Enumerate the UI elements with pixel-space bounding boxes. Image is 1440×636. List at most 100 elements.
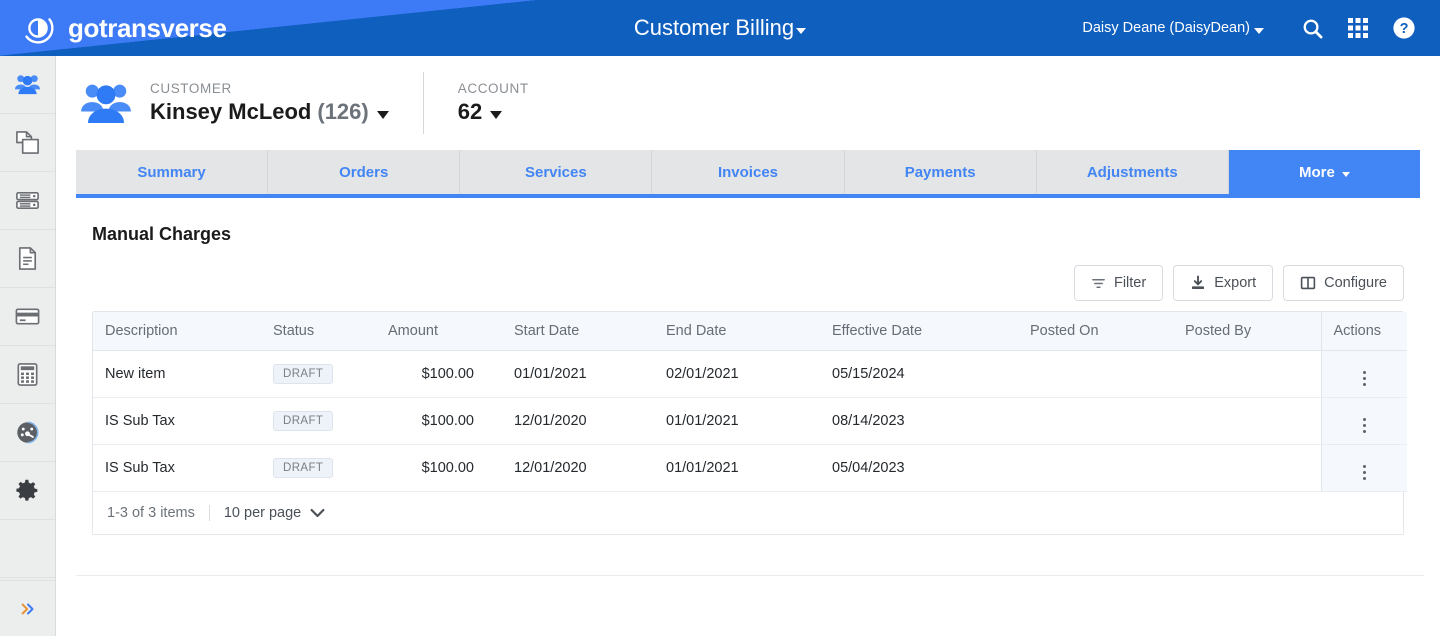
sidebar-item-billing[interactable] bbox=[0, 346, 55, 404]
main-content: CUSTOMER Kinsey McLeod (126) ACCOUNT 62 … bbox=[56, 56, 1440, 636]
sidebar-item-invoices[interactable] bbox=[0, 230, 55, 288]
configure-button[interactable]: Configure bbox=[1283, 265, 1404, 301]
table-row[interactable]: IS Sub Tax DRAFT $100.00 12/01/2020 01/0… bbox=[93, 397, 1407, 445]
table-row[interactable]: IS Sub Tax DRAFT $100.00 12/01/2020 01/0… bbox=[93, 444, 1407, 492]
tab-orders[interactable]: Orders bbox=[268, 150, 461, 194]
filter-button[interactable]: Filter bbox=[1073, 265, 1164, 301]
app-title-dropdown[interactable]: Customer Billing bbox=[634, 15, 807, 41]
customer-name: Kinsey McLeod bbox=[150, 99, 312, 124]
sidebar-item-reports[interactable] bbox=[0, 404, 55, 462]
sidebar-item-customers[interactable] bbox=[0, 56, 55, 114]
header-right-actions: Daisy Deane (DaisyDean) ? bbox=[1082, 0, 1424, 56]
sidebar-expand-button[interactable] bbox=[0, 580, 55, 636]
cell-amount: $100.00 bbox=[376, 444, 486, 492]
kebab-menu-icon[interactable] bbox=[1362, 417, 1366, 433]
columns-icon bbox=[1300, 276, 1316, 290]
page-body: Manual Charges Filter Export Configure D… bbox=[56, 224, 1440, 535]
search-button[interactable] bbox=[1292, 8, 1332, 48]
cell-start-date: 01/01/2021 bbox=[486, 350, 654, 398]
tab-summary[interactable]: Summary bbox=[76, 150, 269, 194]
cell-description: IS Sub Tax bbox=[93, 444, 261, 492]
export-label: Export bbox=[1214, 275, 1257, 291]
user-menu[interactable]: Daisy Deane (DaisyDean) bbox=[1082, 20, 1264, 36]
col-header-end-date[interactable]: End Date bbox=[654, 312, 820, 351]
table-toolbar: Filter Export Configure bbox=[76, 265, 1404, 301]
help-circle-icon: ? bbox=[1393, 17, 1415, 39]
top-header-bar: gotransverse Customer Billing Daisy Dean… bbox=[0, 0, 1440, 56]
per-page-label: 10 per page bbox=[223, 505, 302, 521]
cell-effective-date: 05/15/2024 bbox=[820, 350, 1018, 398]
chevron-down-icon bbox=[310, 508, 325, 518]
col-header-amount[interactable]: Amount bbox=[376, 312, 486, 351]
filter-lines-icon bbox=[1092, 278, 1105, 288]
cell-amount: $100.00 bbox=[376, 397, 486, 445]
cell-posted-on bbox=[1018, 444, 1173, 492]
customer-label: CUSTOMER bbox=[150, 81, 232, 96]
kebab-menu-icon[interactable] bbox=[1362, 370, 1366, 386]
status-badge: DRAFT bbox=[273, 364, 334, 384]
download-tray-icon bbox=[1192, 275, 1205, 289]
brand-name: gotransverse bbox=[68, 12, 227, 43]
left-sidebar bbox=[0, 56, 56, 636]
account-value: 62 bbox=[457, 99, 483, 124]
chevron-down-icon bbox=[1341, 171, 1350, 177]
account-selector[interactable]: 62 bbox=[458, 99, 529, 125]
customer-id: (126) bbox=[317, 99, 369, 124]
tab-adjustments[interactable]: Adjustments bbox=[1037, 150, 1229, 194]
cell-status: DRAFT bbox=[261, 444, 376, 492]
chevron-down-icon bbox=[1254, 27, 1264, 34]
help-button[interactable]: ? bbox=[1384, 8, 1424, 48]
sidebar-item-payments[interactable] bbox=[0, 288, 55, 346]
tab-invoices[interactable]: Invoices bbox=[652, 150, 845, 194]
gauge-dashboard-icon bbox=[17, 421, 39, 444]
configure-label: Configure bbox=[1324, 275, 1387, 291]
sidebar-item-catalog[interactable] bbox=[0, 172, 55, 230]
tab-more[interactable]: More bbox=[1228, 150, 1420, 194]
col-header-posted-on[interactable]: Posted On bbox=[1018, 312, 1173, 351]
per-page-selector[interactable]: 10 per page bbox=[224, 505, 325, 521]
copy-documents-icon bbox=[16, 131, 39, 154]
export-button[interactable]: Export bbox=[1173, 265, 1274, 301]
kebab-menu-icon[interactable] bbox=[1362, 464, 1366, 480]
cell-end-date: 01/01/2021 bbox=[654, 397, 820, 445]
cell-description: IS Sub Tax bbox=[93, 397, 261, 445]
col-header-effective-date[interactable]: Effective Date bbox=[820, 312, 1018, 351]
cell-end-date: 02/01/2021 bbox=[654, 350, 820, 398]
col-header-start-date[interactable]: Start Date bbox=[486, 312, 654, 351]
calculator-icon bbox=[17, 363, 38, 386]
tab-label: Invoices bbox=[717, 163, 778, 181]
cell-status: DRAFT bbox=[261, 350, 376, 398]
table-row[interactable]: New item DRAFT $100.00 01/01/2021 02/01/… bbox=[93, 350, 1407, 398]
col-header-status[interactable]: Status bbox=[261, 312, 376, 351]
cell-actions bbox=[1320, 350, 1407, 398]
col-header-posted-by[interactable]: Posted By bbox=[1173, 312, 1321, 351]
cell-end-date: 01/01/2021 bbox=[654, 444, 820, 492]
user-menu-label: Daisy Deane (DaisyDean) bbox=[1082, 20, 1250, 36]
gear-settings-icon bbox=[16, 479, 38, 501]
status-badge: DRAFT bbox=[273, 411, 334, 431]
brand-logo-area[interactable]: gotransverse bbox=[20, 0, 227, 56]
status-badge: DRAFT bbox=[273, 458, 334, 478]
manual-charges-table: Description Status Amount Start Date End… bbox=[92, 311, 1407, 535]
credit-card-icon bbox=[15, 308, 40, 325]
cell-effective-date: 08/14/2023 bbox=[820, 397, 1018, 445]
filter-label: Filter bbox=[1113, 275, 1147, 291]
apps-grid-button[interactable] bbox=[1338, 8, 1378, 48]
customer-selector[interactable]: Kinsey McLeod (126) bbox=[150, 99, 389, 125]
document-icon bbox=[18, 247, 37, 270]
tab-services[interactable]: Services bbox=[460, 150, 653, 194]
tab-label: Adjustments bbox=[1086, 163, 1178, 181]
tab-label: Summary bbox=[137, 163, 206, 181]
cell-actions bbox=[1320, 397, 1407, 445]
chevron-down-icon bbox=[376, 111, 389, 119]
chevron-down-icon bbox=[490, 111, 503, 119]
sidebar-item-settings[interactable] bbox=[0, 462, 55, 520]
cell-amount: $100.00 bbox=[376, 350, 486, 398]
sidebar-item-products[interactable] bbox=[0, 114, 55, 172]
col-header-description[interactable]: Description bbox=[93, 312, 261, 351]
tab-payments[interactable]: Payments bbox=[845, 150, 1037, 194]
cell-status: DRAFT bbox=[261, 397, 376, 445]
cell-start-date: 12/01/2020 bbox=[486, 397, 654, 445]
cell-posted-by bbox=[1173, 444, 1321, 492]
table-header-row: Description Status Amount Start Date End… bbox=[93, 312, 1407, 351]
